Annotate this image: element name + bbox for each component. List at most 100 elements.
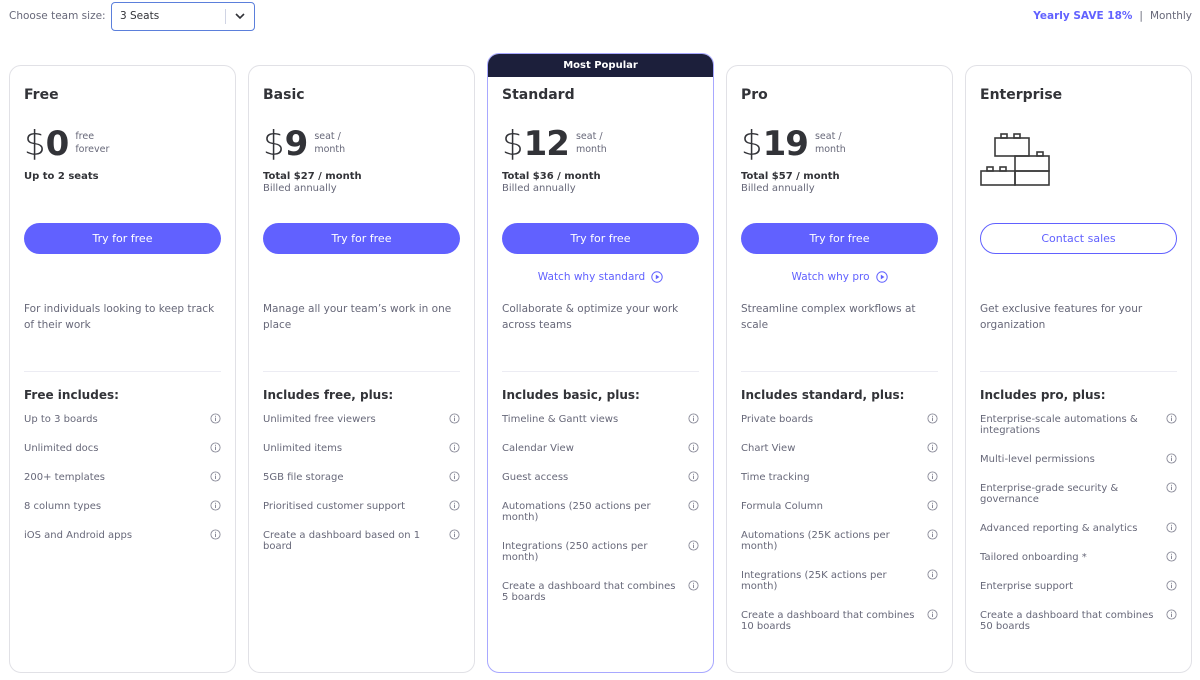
plan-card-free: Free $ 0 free forever Up to 2 seats Try f… <box>9 65 236 673</box>
info-icon[interactable] <box>927 500 938 511</box>
feature-list: Private boards Chart View Time tracking For… <box>741 413 938 650</box>
info-icon[interactable] <box>210 471 221 482</box>
feature-item: Integrations (25K actions per month) <box>741 569 938 592</box>
watch-why-pro-link[interactable]: Watch why pro <box>741 271 938 283</box>
plan-card-standard: Most Popular Standard $ 12 seat / month T… <box>487 53 714 673</box>
feature-item: Automations (25K actions per month) <box>741 529 938 552</box>
price-unit-line1: seat / <box>814 131 842 142</box>
price-unit-line2: month <box>814 144 846 155</box>
includes-title: Includes standard, plus: <box>741 388 905 402</box>
feature-item: Automations (250 actions per month) <box>502 500 699 523</box>
info-icon[interactable] <box>688 471 699 482</box>
feature-label: Enterprise-scale automations & integrati… <box>980 414 1138 436</box>
price-unit: seat / month <box>576 130 607 156</box>
feature-item: Create a dashboard based on 1 board <box>263 529 460 552</box>
feature-item: Calendar View <box>502 442 699 454</box>
info-icon[interactable] <box>927 471 938 482</box>
price-amount: 12 <box>523 124 570 164</box>
info-icon[interactable] <box>1166 522 1177 533</box>
plan-price: $ 19 seat / month <box>741 124 846 164</box>
info-icon[interactable] <box>449 413 460 424</box>
info-icon[interactable] <box>688 500 699 511</box>
plan-price: $ 9 seat / month <box>263 124 345 164</box>
info-icon[interactable] <box>1166 609 1177 620</box>
info-icon[interactable] <box>927 609 938 620</box>
info-icon[interactable] <box>1166 453 1177 464</box>
feature-label: Timeline & Gantt views <box>502 414 619 425</box>
try-for-free-button[interactable]: Try for free <box>24 223 221 254</box>
divider <box>502 371 699 372</box>
feature-label: Up to 3 boards <box>24 414 98 425</box>
info-icon[interactable] <box>927 442 938 453</box>
feature-label: Private boards <box>741 414 814 425</box>
currency-symbol: $ <box>263 124 285 164</box>
billing-yearly-option[interactable]: Yearly SAVE 18% <box>1033 10 1132 22</box>
feature-label: Enterprise support <box>980 581 1074 592</box>
plan-card-basic: Basic $ 9 seat / month Total $27 / month … <box>248 65 475 673</box>
price-unit-line2: month <box>314 144 346 155</box>
info-icon[interactable] <box>927 569 938 580</box>
feature-item: 5GB file storage <box>263 471 460 483</box>
top-bar: Choose team size: 3 Seats Yearly SAVE 18… <box>0 0 1200 34</box>
info-icon[interactable] <box>210 413 221 424</box>
info-icon[interactable] <box>210 442 221 453</box>
plan-name: Standard <box>502 87 575 103</box>
watch-why-standard-link[interactable]: Watch why standard <box>502 271 699 283</box>
billed-annually: Billed annually <box>741 183 815 194</box>
try-for-free-button[interactable]: Try for free <box>502 223 699 254</box>
plan-price: $ 12 seat / month <box>502 124 607 164</box>
info-icon[interactable] <box>210 529 221 540</box>
info-icon[interactable] <box>1166 482 1177 493</box>
select-separator <box>225 9 226 24</box>
try-for-free-button[interactable]: Try for free <box>741 223 938 254</box>
info-icon[interactable] <box>210 500 221 511</box>
play-circle-icon <box>875 271 888 283</box>
feature-item: Multi-level permissions <box>980 453 1177 465</box>
feature-item: Chart View <box>741 442 938 454</box>
billing-monthly-option[interactable]: Monthly <box>1150 10 1192 22</box>
plan-description: Collaborate & optimize your work across … <box>502 303 679 331</box>
feature-label: Unlimited docs <box>24 443 99 454</box>
feature-item: Prioritised customer support <box>263 500 460 512</box>
feature-label: Automations (250 actions per month) <box>502 501 651 523</box>
includes-title: Includes free, plus: <box>263 388 394 402</box>
price-unit: free forever <box>75 130 109 156</box>
plan-description: Get exclusive features for your organiza… <box>980 303 1143 331</box>
feature-label: Chart View <box>741 443 796 454</box>
info-icon[interactable] <box>927 413 938 424</box>
feature-label: Create a dashboard that combines 10 boar… <box>741 610 915 632</box>
feature-item: Advanced reporting & analytics <box>980 522 1177 534</box>
price-unit-line1: seat / <box>575 131 603 142</box>
includes-title: Includes pro, plus: <box>980 388 1106 402</box>
feature-label: Create a dashboard based on 1 board <box>263 530 421 552</box>
feature-label: Prioritised customer support <box>263 501 406 512</box>
info-icon[interactable] <box>688 442 699 453</box>
info-icon[interactable] <box>927 529 938 540</box>
price-unit: seat / month <box>815 130 846 156</box>
info-icon[interactable] <box>1166 551 1177 562</box>
feature-item: Private boards <box>741 413 938 425</box>
info-icon[interactable] <box>688 413 699 424</box>
info-icon[interactable] <box>1166 413 1177 424</box>
plan-name: Basic <box>263 87 305 103</box>
feature-list: Up to 3 boards Unlimited docs 200+ templat… <box>24 413 221 559</box>
info-icon[interactable] <box>1166 580 1177 591</box>
feature-label: Time tracking <box>741 472 810 483</box>
team-size-select[interactable]: 3 Seats <box>111 2 255 31</box>
feature-item: Guest access <box>502 471 699 483</box>
feature-item: Tailored onboarding * <box>980 551 1177 563</box>
try-for-free-button[interactable]: Try for free <box>263 223 460 254</box>
price-unit-line1: free <box>75 131 95 142</box>
info-icon[interactable] <box>449 529 460 540</box>
info-icon[interactable] <box>449 500 460 511</box>
contact-sales-button[interactable]: Contact sales <box>980 223 1177 254</box>
info-icon[interactable] <box>449 442 460 453</box>
divider <box>741 371 938 372</box>
includes-title: Free includes: <box>24 388 119 402</box>
feature-label: Create a dashboard that combines 5 board… <box>502 581 676 603</box>
feature-label: Tailored onboarding * <box>980 552 1087 563</box>
info-icon[interactable] <box>449 471 460 482</box>
info-icon[interactable] <box>688 580 699 591</box>
feature-list: Unlimited free viewers Unlimited items 5GB… <box>263 413 460 570</box>
info-icon[interactable] <box>688 540 699 551</box>
